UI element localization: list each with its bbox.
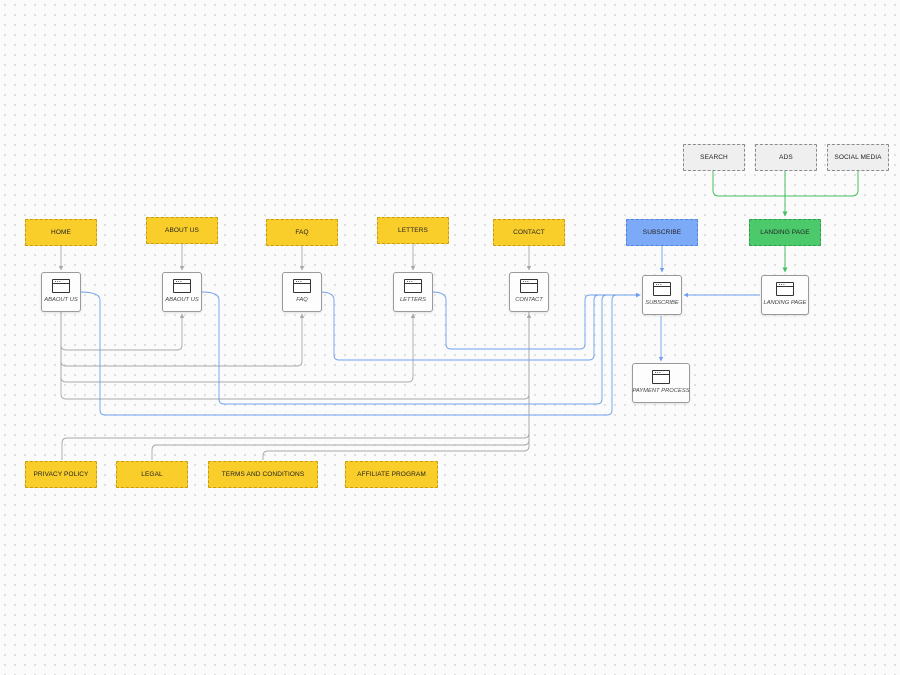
connector-social-to-landing xyxy=(785,171,859,197)
page-letters[interactable]: LETTERS xyxy=(393,272,433,312)
page-subscribe-label: SUBSCRIBE xyxy=(645,300,679,306)
label-terms-and-conditions-text: TERMS AND CONDITIONS xyxy=(221,471,305,478)
page-about-us[interactable]: ABAOUT US xyxy=(162,272,202,312)
label-faq[interactable]: FAQ xyxy=(266,219,338,246)
label-letters-text: LETTERS xyxy=(398,227,428,234)
browser-window-icon xyxy=(52,279,70,293)
browser-window-icon xyxy=(520,279,538,293)
label-legal-text: LEGAL xyxy=(141,471,163,478)
page-contact-label: CONTACT xyxy=(515,297,543,303)
connector-home-to-about xyxy=(60,312,185,351)
page-about-us-label: ABAOUT US xyxy=(165,297,199,303)
connector-home-to-letters xyxy=(60,312,416,383)
page-contact[interactable]: CONTACT xyxy=(509,272,549,312)
page-home[interactable]: ABAOUT US xyxy=(41,272,81,312)
label-privacy-policy-text: PRIVACY POLICY xyxy=(33,471,89,478)
page-subscribe[interactable]: SUBSCRIBE xyxy=(642,275,682,315)
page-letters-label: LETTERS xyxy=(399,297,427,303)
browser-window-icon xyxy=(404,279,422,293)
browser-window-icon xyxy=(293,279,311,293)
source-social-media-text: SOCIAL MEDIA xyxy=(834,154,882,161)
page-faq[interactable]: FAQ xyxy=(282,272,322,312)
label-terms-and-conditions[interactable]: TERMS AND CONDITIONS xyxy=(208,461,318,488)
source-search[interactable]: SEARCH xyxy=(683,144,745,171)
connector-contact-to-privacy xyxy=(61,312,530,460)
label-landing-page-text: LANDING PAGE xyxy=(760,229,810,236)
label-affiliate-program[interactable]: AFFILIATE PROGRAM xyxy=(345,461,438,488)
source-social-media[interactable]: SOCIAL MEDIA xyxy=(827,144,889,171)
connector-search-to-landing xyxy=(712,171,785,197)
browser-window-icon xyxy=(776,282,794,296)
source-ads[interactable]: ADS xyxy=(755,144,817,171)
page-payment-process[interactable]: PAYMENT PROCESS xyxy=(632,363,690,403)
label-contact-text: CONTACT xyxy=(513,229,545,236)
label-contact[interactable]: CONTACT xyxy=(493,219,565,246)
connector-home-to-faq xyxy=(60,312,305,367)
connector-faq-to-subscribe xyxy=(319,291,641,361)
label-home[interactable]: HOME xyxy=(25,219,97,246)
page-landing-page[interactable]: LANDING PAGE xyxy=(761,275,809,315)
label-faq-text: FAQ xyxy=(295,229,309,236)
page-landing-page-label: LANDING PAGE xyxy=(763,300,807,306)
connector-layer xyxy=(58,171,859,460)
label-home-text: HOME xyxy=(51,229,71,236)
label-subscribe[interactable]: SUBSCRIBE xyxy=(626,219,698,246)
browser-window-icon xyxy=(652,370,670,384)
label-landing-page[interactable]: LANDING PAGE xyxy=(749,219,821,246)
browser-window-icon xyxy=(173,279,191,293)
source-ads-text: ADS xyxy=(779,154,793,161)
page-faq-label: FAQ xyxy=(296,297,308,303)
page-payment-process-label: PAYMENT PROCESS xyxy=(632,388,690,394)
label-about-us-text: ABOUT US xyxy=(165,227,199,234)
label-affiliate-program-text: AFFILIATE PROGRAM xyxy=(357,471,426,478)
label-subscribe-text: SUBSCRIBE xyxy=(642,229,682,236)
label-about-us[interactable]: ABOUT US xyxy=(146,217,218,244)
source-search-text: SEARCH xyxy=(700,154,728,161)
label-letters[interactable]: LETTERS xyxy=(377,217,449,244)
label-privacy-policy[interactable]: PRIVACY POLICY xyxy=(25,461,97,488)
label-legal[interactable]: LEGAL xyxy=(116,461,188,488)
browser-window-icon xyxy=(653,282,671,296)
connector-home-to-contact xyxy=(60,312,532,400)
page-home-label: ABAOUT US xyxy=(44,297,78,303)
